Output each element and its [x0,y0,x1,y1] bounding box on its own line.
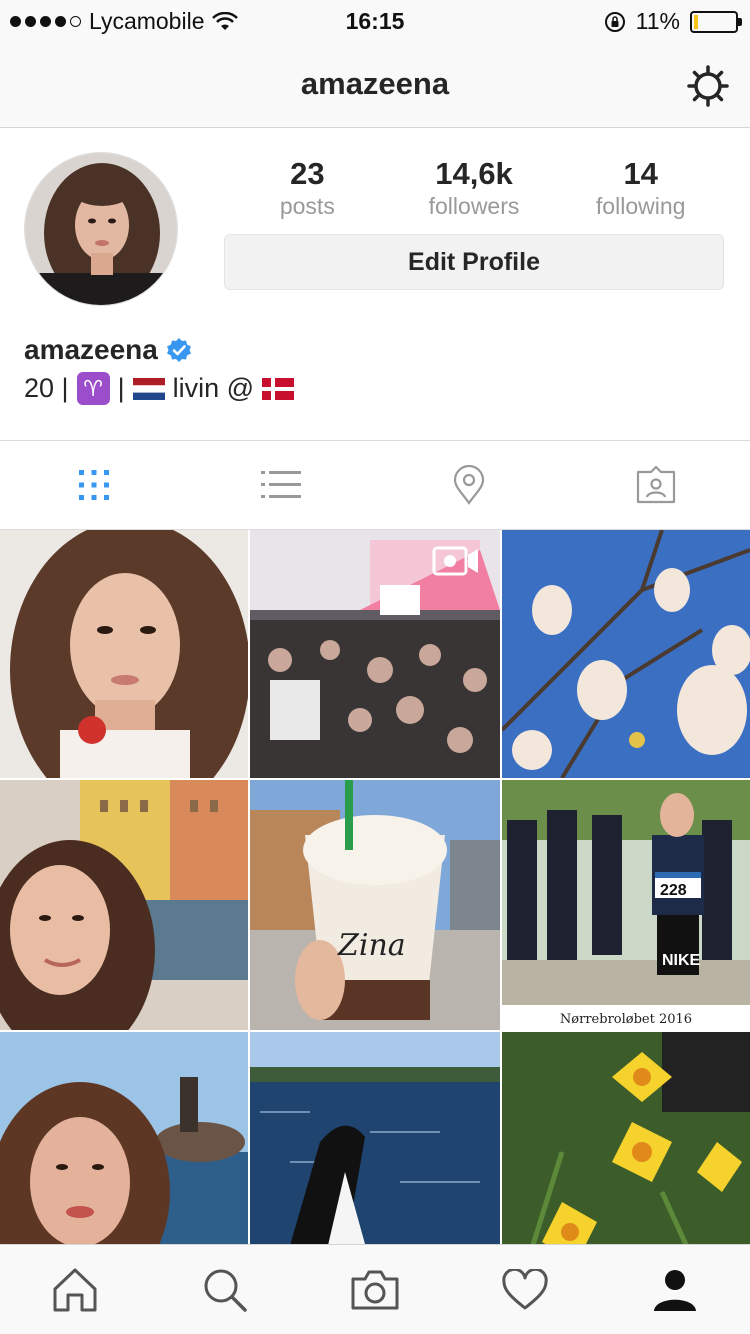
profile-display-name: amazeena [24,334,158,365]
battery-level [694,14,698,29]
post-thumbnail[interactable]: 228 NIKE Nørrebroløbet 2016 [502,780,750,1030]
location-pin-icon [453,465,484,505]
post-thumbnail[interactable] [0,530,248,778]
rotation-lock-icon [604,11,625,32]
camera-icon [351,1270,399,1309]
post-thumbnail[interactable] [502,530,750,778]
battery-icon [690,10,742,33]
profile-icon [654,1269,696,1311]
tab-activity[interactable] [450,1245,600,1334]
post-thumbnail[interactable] [0,780,248,1030]
post-image [0,530,248,778]
bio-livin: livin @ [172,373,254,403]
tab-grid-view[interactable] [0,441,188,529]
race-bib-number: 228 [660,882,687,899]
posts-count: 23 [290,156,325,191]
profile-bio: 20 | ♈ | livin @ [24,372,294,405]
tab-places[interactable] [375,441,563,529]
list-icon [261,471,302,498]
tab-search[interactable] [150,1245,300,1334]
grid-icon [78,470,109,500]
stat-following[interactable]: 14 following [557,156,724,220]
heart-icon [502,1268,548,1309]
stat-posts[interactable]: 23 posts [224,156,391,220]
page-title: amazeena [300,66,450,101]
post-image: 228 NIKE Nørrebroløbet 2016 [502,780,750,1030]
post-image [0,780,248,1030]
post-thumbnail-video[interactable] [250,530,500,778]
post-image: Zina [250,780,500,1030]
bottom-tab-bar [0,1244,750,1334]
followers-count: 14,6k [435,156,513,191]
avatar-image [25,153,177,305]
tab-list-view[interactable] [188,441,376,529]
shirt-logo-text: NIKE [662,952,701,969]
cup-name-text: Zina [337,928,406,963]
tab-home[interactable] [0,1245,150,1334]
settings-gear-icon[interactable] [686,64,730,108]
video-camera-icon [432,546,478,576]
posts-label: posts [279,193,335,219]
tab-profile[interactable] [600,1245,750,1334]
following-label: following [595,193,686,219]
home-icon [53,1268,97,1311]
battery-percent: 11% [635,8,680,34]
posts-grid: Zina 228 NIKE Nørrebroløbet 2016 [0,530,750,1244]
nav-bar: amazeena [0,40,750,128]
post-thumbnail[interactable]: Zina [250,780,500,1030]
post-image [250,1032,500,1244]
netherlands-flag-icon [132,377,165,400]
profile-name: amazeena [24,334,192,366]
stat-followers[interactable]: 14,6k followers [391,156,558,220]
followers-label: followers [428,193,520,219]
tagged-photos-icon [637,466,676,504]
edit-profile-button[interactable]: Edit Profile [224,234,724,290]
race-caption: Nørrebroløbet 2016 [560,1012,692,1027]
post-image [502,530,750,778]
post-image [502,1032,750,1244]
post-thumbnail[interactable] [250,1032,500,1244]
post-thumbnail[interactable] [0,1032,248,1244]
tab-tagged[interactable] [563,441,750,529]
aries-emoji-icon: ♈ [76,372,110,405]
verified-badge-icon [166,338,191,362]
bio-separator: | [117,373,125,403]
following-count: 14 [623,156,658,191]
profile-stats: 23 posts 14,6k followers 14 following [224,156,724,220]
status-bar: Lycamobile 16:15 11% [0,0,750,40]
status-bar-right: 11% [604,8,742,35]
profile-avatar[interactable] [24,152,178,306]
bio-age: 20 | [24,373,69,403]
post-thumbnail[interactable] [502,1032,750,1244]
tab-camera[interactable] [300,1245,450,1334]
search-icon [204,1269,247,1312]
profile-view-tabs [0,441,750,529]
denmark-flag-icon [262,377,294,400]
post-image [0,1032,248,1244]
